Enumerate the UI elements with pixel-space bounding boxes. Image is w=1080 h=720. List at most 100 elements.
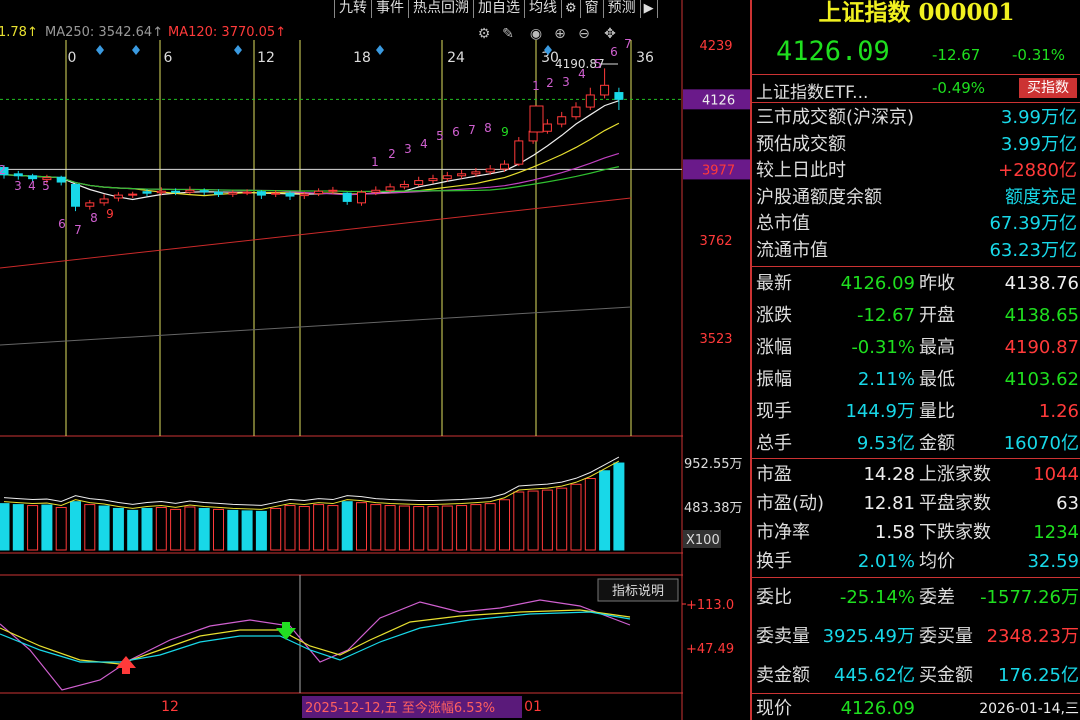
current-price-tag-text: 4126 [702,93,735,108]
quote-label: 上涨家数 [919,464,991,485]
td-count-label: 7 [74,223,82,237]
quote-label: 总手 [756,433,792,454]
price-tick: 3762 [699,234,732,249]
stat-value: 额度充足 [1005,186,1077,208]
quote-label: 委比 [756,587,792,608]
stat-row: 流通市值 63.23万亿 [752,238,1080,264]
volume-bar [155,506,167,551]
quote-value: 2348.23万 [986,626,1079,647]
candle-body [528,130,538,142]
volume-bar [470,504,482,551]
td-count-label: 1 [371,155,379,169]
quote-value: 4138.65 [1004,305,1079,326]
td-count-label: 4 [420,137,428,151]
settings-icon[interactable]: ⚙ [561,0,580,18]
stat-value: 63.23万亿 [989,239,1077,261]
volume-bar [356,502,367,551]
candle-body [414,180,424,185]
last-price-value: 4126.09 [840,698,915,719]
candle-body [56,176,66,183]
gear-icon[interactable]: ⚙ [478,26,491,42]
candle-body [242,191,252,194]
quote-value: 144.9万 [845,401,915,422]
crosshair-price-tag-text: 3977 [702,163,735,178]
pan-icon[interactable]: ✥ [604,26,616,42]
etf-row[interactable]: 上证指数ETF... -0.49% 买指数 [752,76,1080,103]
stock-chart-app: 4239 3762 3523 4126 3977 0 6 12 18 24 30 36 4190.87 1… [0,0,1080,720]
period-label: 6 [164,50,173,66]
stat-row: 总市值 67.39万亿 [752,211,1080,237]
td-count-label: 2 [546,76,554,90]
buy-index-button[interactable]: 买指数 [1019,78,1077,98]
volume-bar [127,509,139,551]
quote-row: 委卖量 3925.49万 委买量 2348.23万 [752,624,1080,650]
td-count-label: 5 [436,129,444,143]
hotspot-replay-button[interactable]: 热点回溯 [408,0,473,18]
td-count-label: 9 [501,125,509,139]
date-axis-label: 01 [524,699,542,715]
quote-label: 均价 [919,551,955,572]
event-marker-icon [96,45,104,55]
collapse-panel-icon[interactable]: ▶ [639,0,658,18]
quote-value: 1.58 [874,522,915,543]
volume-bar [98,505,110,551]
divider [752,102,1080,103]
eye-icon[interactable]: ◉ [530,26,542,42]
volume-bar [427,506,439,551]
volume-bar [570,483,582,551]
quote-value: 3925.49万 [822,626,915,647]
volume-bar [370,504,382,551]
add-watchlist-button[interactable]: 加自选 [473,0,524,18]
quote-label: 委差 [919,587,955,608]
predict-button[interactable]: 预测 [602,0,640,18]
candle-body [142,191,152,194]
indicator-help-label: 指标说明 [612,584,664,599]
candle-body [542,123,552,132]
candle-body [171,190,181,193]
candle-body [271,192,281,195]
kline-chart[interactable]: 423937623523412639770 6 12 18 24 30 364190.871… [0,0,750,720]
last-price-row: 现价 4126.09 2026-01-14,三 [752,696,1080,720]
stat-label: 较上日此时 [756,160,846,181]
volume-bar [413,506,425,551]
brush-icon[interactable]: ✎ [502,26,514,42]
quote-value: -12.67 [856,305,915,326]
divider [752,693,1080,694]
divider [752,577,1080,578]
quote-value: 2.11% [857,369,915,390]
events-button[interactable]: 事件 [371,0,408,18]
nine-turn-button[interactable]: 九转 [334,0,371,18]
quote-row: 市净率 1.58 下跌家数 1234 [752,520,1080,546]
quote-label: 委买量 [919,626,973,647]
quote-label: 买金额 [919,665,973,686]
quote-value: 63 [1056,493,1079,514]
window-button[interactable]: 窗 [579,0,603,18]
divider [752,74,1080,75]
volume-bar [484,503,496,551]
volume-bar [84,504,96,551]
moving-average-button[interactable]: 均线 [524,0,561,18]
candle-body [371,189,381,193]
quote-row: 总手 9.53亿 金额 16070亿 [752,431,1080,457]
zoom-in-icon[interactable]: ⊕ [554,26,566,42]
stat-label: 总市值 [756,213,810,234]
volume-bar [0,503,10,551]
ma-legend-item: MA120: 3770.05↑ [168,25,286,40]
last-price-date: 2026-01-14,三 [979,701,1079,717]
volume-bar [112,507,124,551]
stat-value: +2880亿 [998,160,1077,181]
volume-bar [327,505,339,551]
volume-bar [141,507,153,551]
etf-name[interactable]: 上证指数ETF... [756,78,868,103]
quote-label: 量比 [919,401,955,422]
period-label: 24 [447,50,465,66]
quote-value: 4126.09 [840,273,915,294]
quote-label: 下跌家数 [919,522,991,543]
stat-label: 三市成交额(沪深京) [756,107,915,128]
zoom-out-icon[interactable]: ⊖ [578,26,590,42]
quote-value: -25.14% [839,587,915,608]
period-label: 12 [257,50,275,66]
volume-bar [27,505,39,551]
quote-row: 市盈 14.28 上涨家数 1044 [752,462,1080,488]
volume-tick: 483.38万 [684,501,743,516]
